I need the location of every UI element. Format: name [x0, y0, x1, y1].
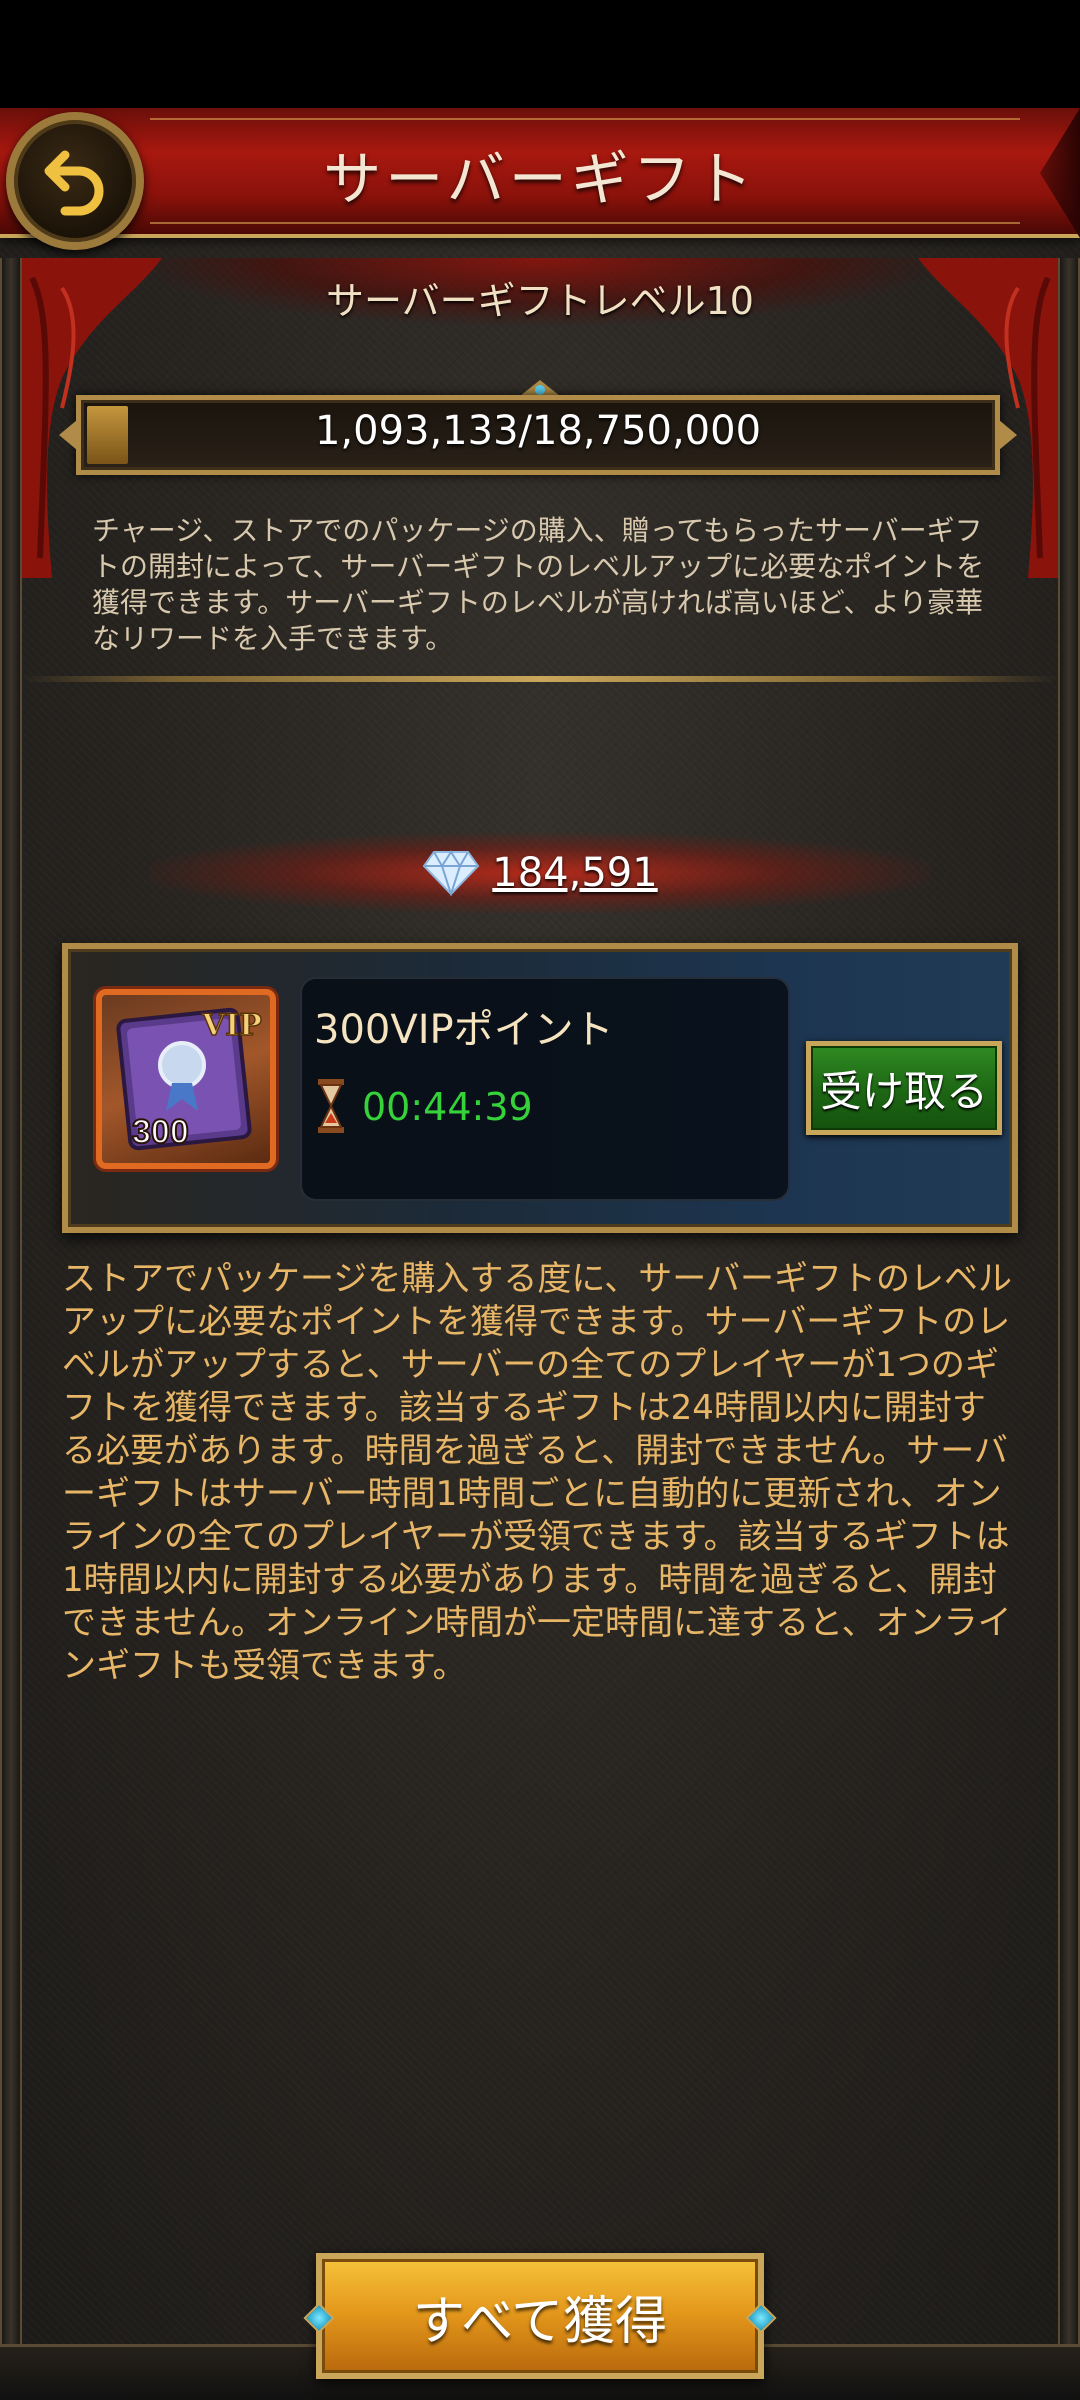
right-frame-rail	[1058, 258, 1080, 2400]
level-progress-bar: 1,093,133/18,750,000	[59, 395, 1000, 475]
gift-level-label: サーバーギフトレベル10	[326, 279, 754, 323]
server-gift-panel: サーバーギフト サーバーギフトレベル10 1,093,133/18,750,00…	[0, 108, 1080, 2400]
gift-info-panel: 300VIPポイント 00:44:39	[300, 977, 790, 1201]
back-arrow-icon	[44, 150, 104, 216]
progress-text: 1,093,133/18,750,000	[314, 408, 762, 454]
header-banner: サーバーギフト	[0, 108, 1080, 238]
diamond-icon	[422, 850, 480, 896]
back-button[interactable]	[6, 112, 144, 250]
gift-description: ストアでパッケージを購入する度に、サーバーギフトのレベルアップに必要なポイントを…	[62, 1259, 1012, 1686]
page-title: サーバーギフト	[323, 145, 757, 213]
claim-all-label: すべて獲得	[412, 2291, 668, 2352]
hourglass-icon	[318, 1079, 344, 1133]
intro-text: チャージ、ストアでのパッケージの購入、贈ってもらったサーバーギフトの開封によって…	[92, 514, 985, 655]
gift-timer: 00:44:39	[362, 1085, 533, 1129]
left-frame-rail	[0, 258, 22, 2400]
gift-card: VIP 300 300VIPポイント 00:44:39 受け取る	[62, 943, 1018, 1233]
claim-button[interactable]: 受け取る	[806, 1041, 1002, 1135]
section-divider	[22, 676, 1058, 682]
vip-book-icon: VIP 300	[96, 989, 276, 1169]
diamond-count: 184,591	[492, 850, 658, 896]
vip-badge-text: VIP	[201, 1008, 262, 1043]
screen: サーバーギフト サーバーギフトレベル10 1,093,133/18,750,00…	[0, 0, 1080, 2400]
claim-all-button[interactable]: すべて獲得	[303, 2253, 777, 2379]
gift-name: 300VIPポイント	[314, 1007, 614, 1053]
diamond-balance[interactable]: 184,591	[0, 843, 1080, 903]
vip-amount-text: 300	[132, 1113, 189, 1151]
